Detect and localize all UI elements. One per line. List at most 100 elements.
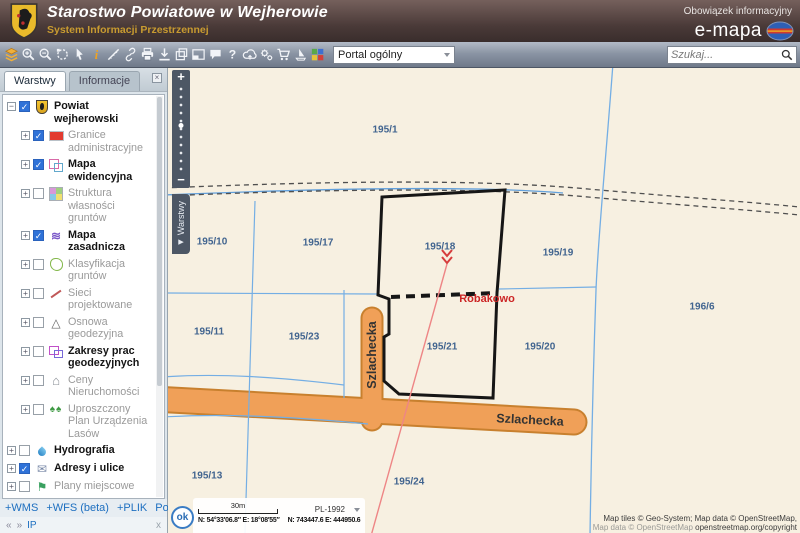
tab-informacje[interactable]: Informacje	[69, 71, 140, 91]
layer-label[interactable]: Adresy i ulice	[54, 462, 154, 475]
help-icon[interactable]: ?	[224, 44, 241, 66]
map-zoom-in-button[interactable]: +	[172, 70, 190, 85]
expand-node-icon[interactable]: +	[21, 189, 30, 198]
expand-node-icon[interactable]: +	[21, 405, 30, 414]
layer-checkbox[interactable]	[33, 375, 44, 386]
layer-checkbox[interactable]: ✓	[33, 230, 44, 241]
scale-bar: 30m	[198, 502, 278, 514]
copy-view-icon[interactable]	[173, 44, 190, 66]
crest-layer-icon	[34, 100, 50, 114]
info-obligation-link[interactable]: Obowiązek informacyjny	[684, 6, 792, 17]
layer-label[interactable]: Sieci projektowane	[68, 287, 154, 312]
plans-layer-icon: ⚑	[34, 480, 50, 494]
layer-checkbox[interactable]	[33, 317, 44, 328]
ok-button[interactable]: ok	[171, 506, 194, 529]
layer-label[interactable]: Uproszczony Plan Urządzenia Lasów	[68, 403, 154, 441]
layer-tree-row: +✓ Granice administracyjne	[20, 127, 154, 156]
layer-tree-row: +⌂Ceny Nieruchomości	[20, 372, 154, 401]
osm-copyright-link[interactable]: openstreetmap.org/copyright	[695, 523, 797, 532]
layers-icon[interactable]	[3, 44, 20, 66]
layer-label[interactable]: Ceny Nieruchomości	[68, 374, 154, 399]
layer-checkbox[interactable]: ✓	[19, 101, 30, 112]
scale-label: 30m	[198, 502, 278, 509]
tab-warstwy[interactable]: Warstwy	[4, 71, 66, 91]
layers-sidebar: Warstwy Informacje × −✓Powiat wejherowsk…	[0, 68, 168, 533]
layer-label[interactable]: Powiat wejherowski	[54, 100, 154, 125]
layer-checkbox[interactable]: ✓	[19, 463, 30, 474]
layer-label[interactable]: Mapa ewidencyjna	[68, 158, 154, 183]
nav-prev-button[interactable]: «	[6, 520, 12, 531]
nav-next-button[interactable]: »	[17, 520, 23, 531]
ip-link[interactable]: IP	[27, 520, 36, 531]
pointer-icon[interactable]	[71, 44, 88, 66]
select-area-icon[interactable]	[54, 44, 71, 66]
collapse-node-icon[interactable]: −	[7, 102, 16, 111]
download-icon[interactable]	[156, 44, 173, 66]
border-layer-icon	[48, 129, 64, 143]
forestplan-layer-icon: ♠♠	[48, 403, 64, 417]
footer-link[interactable]: +PLIK	[117, 502, 147, 514]
layer-checkbox[interactable]	[33, 404, 44, 415]
expand-node-icon[interactable]: +	[21, 376, 30, 385]
search-icon[interactable]	[781, 49, 793, 61]
portal-grid-icon[interactable]	[309, 44, 326, 66]
expand-node-icon[interactable]: +	[7, 482, 16, 491]
expand-node-icon[interactable]: +	[21, 260, 30, 269]
info-icon[interactable]: i	[88, 44, 105, 66]
expand-node-icon[interactable]: +	[21, 131, 30, 140]
layer-checkbox[interactable]: ✓	[33, 159, 44, 170]
layer-label[interactable]: Struktura własności gruntów	[68, 187, 154, 225]
expand-node-icon[interactable]: +	[21, 160, 30, 169]
expand-node-icon[interactable]: +	[7, 464, 16, 473]
footer-link[interactable]: +WMS	[5, 502, 38, 514]
layer-checkbox[interactable]	[19, 445, 30, 456]
link-icon[interactable]	[122, 44, 139, 66]
layer-label[interactable]: Osnowa geodezyjna	[68, 316, 154, 341]
map-zoom-slider[interactable]	[172, 85, 190, 173]
control-layer-icon: △	[48, 316, 64, 330]
cloud-upload-icon[interactable]	[241, 44, 258, 66]
expand-node-icon[interactable]: +	[21, 289, 30, 298]
layer-checkbox[interactable]	[33, 188, 44, 199]
cadastral-line	[245, 201, 255, 533]
cart-icon[interactable]	[275, 44, 292, 66]
railway-line	[168, 190, 800, 215]
layout-panels-icon[interactable]	[190, 44, 207, 66]
layer-checkbox[interactable]: ✓	[33, 130, 44, 141]
zoom-out-icon[interactable]	[37, 44, 54, 66]
layer-label[interactable]: Granice administracyjne	[68, 129, 154, 154]
layer-checkbox[interactable]	[19, 481, 30, 492]
layer-tree-row: + △ Osnowa geodezyjna	[20, 314, 154, 343]
layer-label[interactable]: Mapa zasadnicza	[68, 229, 154, 254]
layer-label[interactable]: Klasyfikacja gruntów	[68, 258, 154, 283]
expand-node-icon[interactable]: +	[21, 347, 30, 356]
layer-checkbox[interactable]	[33, 259, 44, 270]
projection-select[interactable]: PL-1992	[315, 505, 360, 514]
expand-node-icon[interactable]: +	[7, 446, 16, 455]
expand-node-icon[interactable]: +	[21, 318, 30, 327]
map-zoom-out-button[interactable]: −	[172, 173, 190, 188]
settings-gears-icon[interactable]	[258, 44, 275, 66]
base-layer-icon: ≋	[48, 229, 64, 243]
sail-icon[interactable]	[292, 44, 309, 66]
search-input[interactable]	[671, 49, 781, 61]
page-title: Starostwo Powiatowe w Wejherowie	[47, 4, 328, 22]
layer-label[interactable]: Plany miejscowe	[54, 480, 154, 493]
collapse-layers-tab[interactable]: ◄ Warstwy	[172, 194, 190, 254]
expand-node-icon[interactable]: +	[21, 231, 30, 240]
panel-close-icon[interactable]: ×	[152, 73, 162, 83]
map-canvas[interactable]: 195/1195/10195/17195/18195/19196/6195/11…	[168, 68, 800, 533]
tree-scrollbar[interactable]	[156, 96, 163, 497]
portal-select[interactable]: Portal ogólny	[333, 46, 455, 64]
layer-label[interactable]: Hydrografia	[54, 444, 154, 457]
layer-checkbox[interactable]	[33, 288, 44, 299]
footer-link[interactable]: +WFS (beta)	[46, 502, 109, 514]
print-icon[interactable]	[139, 44, 156, 66]
bottom-close-button[interactable]: x	[156, 520, 161, 531]
layer-label[interactable]: Zakresy prac geodezyjnych	[68, 345, 154, 370]
hydro-layer-icon	[34, 444, 50, 458]
comment-icon[interactable]	[207, 44, 224, 66]
measure-icon[interactable]	[105, 44, 122, 66]
layer-checkbox[interactable]	[33, 346, 44, 357]
zoom-in-icon[interactable]	[20, 44, 37, 66]
